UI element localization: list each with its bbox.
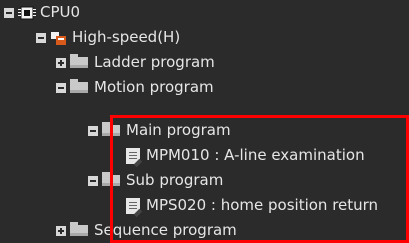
tree-item-mps020[interactable]: MPS020 : home position return	[126, 193, 378, 218]
tree-item-mpm010[interactable]: MPM010 : A-line examination	[126, 143, 365, 168]
collapse-icon[interactable]	[88, 125, 98, 136]
expand-icon[interactable]	[56, 225, 66, 236]
tree-item-ladder-program[interactable]: Ladder program	[56, 50, 215, 75]
program-document-icon	[126, 197, 143, 217]
tree-item-label: Sequence program	[94, 221, 237, 239]
program-document-icon	[126, 147, 143, 167]
tree-item-label: MPM010 : A-line examination	[146, 146, 365, 164]
tree-item-main-program[interactable]: Main program	[88, 118, 231, 143]
tree-item-label: Ladder program	[94, 53, 215, 71]
collapse-icon[interactable]	[4, 7, 14, 18]
tree-item-label: Main program	[126, 121, 231, 139]
tree-item-motion-program[interactable]: Motion program	[56, 75, 214, 100]
folder-icon	[70, 54, 88, 68]
folder-icon	[70, 79, 88, 93]
tree-item-cpu0[interactable]: CPU0	[4, 0, 80, 25]
collapse-icon[interactable]	[56, 82, 66, 93]
tree-item-label: MPS020 : home position return	[146, 196, 379, 214]
folder-icon	[70, 222, 88, 236]
tree-item-label: High-speed(H)	[72, 28, 181, 46]
tree-item-label: CPU0	[40, 3, 81, 21]
cpu-chip-icon	[18, 5, 36, 21]
folder-icon	[102, 172, 120, 186]
high-speed-task-icon	[50, 30, 68, 46]
collapse-icon[interactable]	[88, 175, 98, 186]
collapse-icon[interactable]	[36, 32, 46, 43]
tree-item-label: Sub program	[126, 171, 224, 189]
folder-icon	[102, 122, 120, 136]
tree-item-sub-program[interactable]: Sub program	[88, 168, 223, 193]
expand-icon[interactable]	[56, 57, 66, 68]
program-tree: CPU0 High-speed(H) Ladder program Motion…	[0, 0, 409, 243]
tree-item-high-speed[interactable]: High-speed(H)	[36, 25, 180, 50]
tree-item-sequence-program[interactable]: Sequence program	[56, 218, 237, 243]
tree-item-label: Motion program	[94, 78, 214, 96]
